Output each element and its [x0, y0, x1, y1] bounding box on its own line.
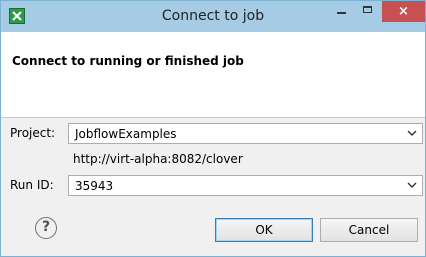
project-value: JobflowExamples — [75, 127, 177, 141]
ok-button[interactable]: OK — [215, 218, 313, 242]
runid-value: 35943 — [75, 179, 114, 193]
dialog-window: Connect to job × Connect to running or f… — [0, 0, 426, 257]
runid-label: Run ID: — [10, 178, 54, 192]
minimize-button[interactable] — [328, 1, 355, 22]
close-icon: × — [398, 4, 409, 19]
project-combo[interactable]: JobflowExamples — [68, 123, 423, 144]
project-label: Project: — [10, 126, 56, 140]
chevron-down-icon — [407, 130, 417, 136]
close-button[interactable]: × — [382, 1, 425, 22]
title-bar[interactable]: Connect to job × — [1, 1, 425, 32]
cancel-button[interactable]: Cancel — [320, 218, 418, 242]
maximize-button[interactable] — [355, 1, 381, 22]
minimize-icon — [337, 12, 346, 14]
chevron-down-icon — [407, 182, 417, 188]
header-title: Connect to running or finished job — [12, 54, 244, 68]
server-url: http://virt-alpha:8082/clover — [73, 152, 243, 166]
dialog-header: Connect to running or finished job — [1, 32, 425, 118]
help-icon[interactable]: ? — [35, 217, 57, 239]
maximize-icon — [363, 6, 372, 13]
runid-combo[interactable]: 35943 — [68, 175, 423, 196]
